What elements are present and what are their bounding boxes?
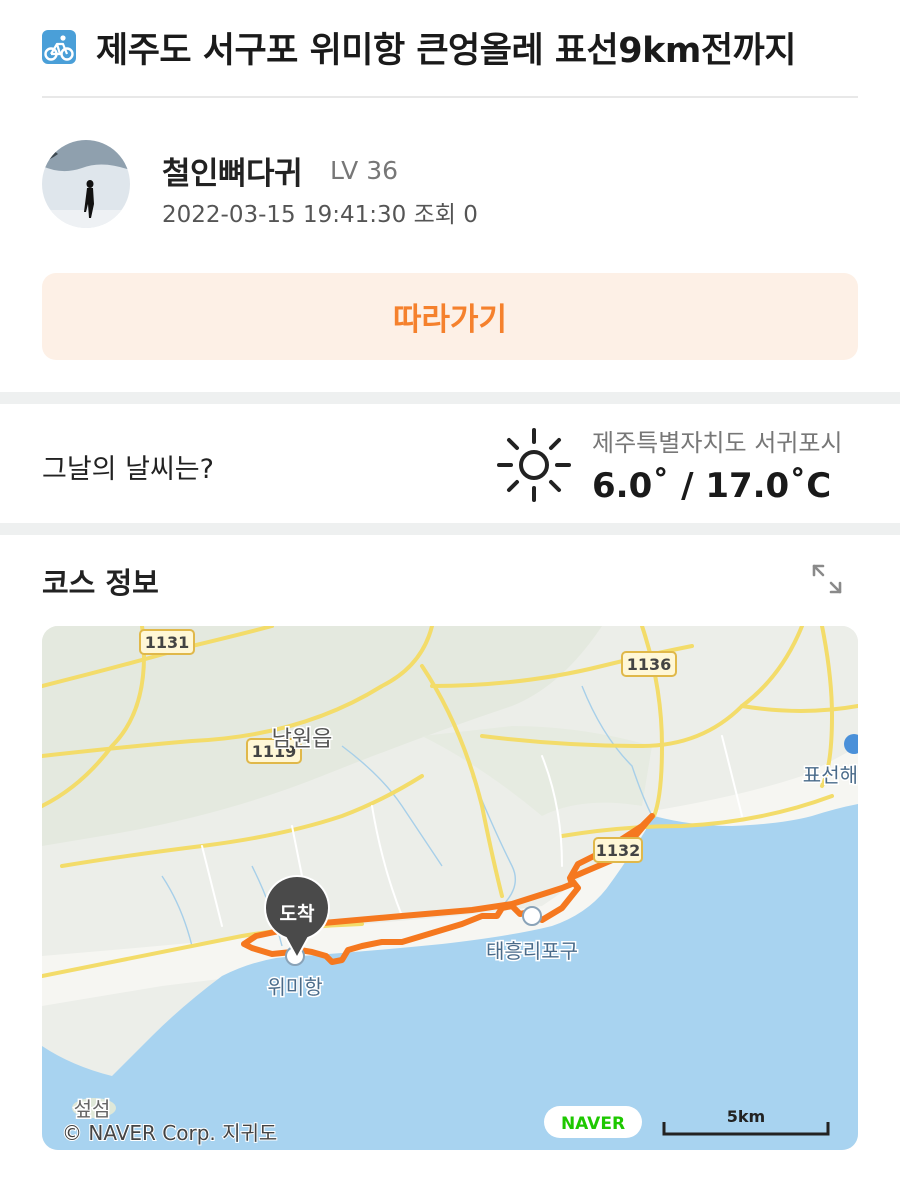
svg-text:5km: 5km <box>727 1107 765 1126</box>
weather-location: 제주특별자치도 서귀포시 <box>592 429 843 457</box>
weather-label: 그날의 날씨는? <box>42 454 214 485</box>
course-title: 코스 정보 <box>42 566 159 600</box>
svg-text:위미항: 위미항 <box>267 975 322 999</box>
svg-text:1136: 1136 <box>627 655 672 674</box>
svg-text:1131: 1131 <box>145 633 190 652</box>
follow-button[interactable]: 따라가기 <box>42 273 858 360</box>
svg-text:NAVER: NAVER <box>561 1114 625 1134</box>
naver-logo: NAVER <box>544 1106 642 1138</box>
divider <box>42 96 858 98</box>
author-level: LV 36 <box>330 156 399 185</box>
svg-text:표선해: 표선해 <box>803 763 858 787</box>
svg-text:도착: 도착 <box>280 903 315 925</box>
sun-icon <box>495 426 573 504</box>
road-shield-1131: 1131 <box>139 629 195 655</box>
post-header: 제주도 서구포 위미항 큰엉올레 표선9km전까지 <box>0 0 900 98</box>
map-label-seopseom: 섶섬 <box>74 1097 111 1121</box>
bicycle-icon <box>42 30 76 64</box>
section-divider <box>0 523 900 535</box>
expand-icon[interactable] <box>808 560 846 598</box>
svg-text:태흥리포구: 태흥리포구 <box>486 939 578 963</box>
road-shield-1136: 1136 <box>621 651 677 677</box>
weather-temperature: 6.0˚ / 17.0˚C <box>592 466 832 506</box>
post-title: 제주도 서구포 위미항 큰엉올레 표선9km전까지 <box>96 31 796 71</box>
map-label-namwon: 남원읍 <box>272 727 333 752</box>
svg-text:1132: 1132 <box>596 841 641 860</box>
road-shield-1132: 1132 <box>593 837 643 863</box>
author-name[interactable]: 철인뼈다귀 <box>162 148 303 193</box>
post-meta: 2022-03-15 19:41:30 조회 0 <box>162 202 478 228</box>
avatar[interactable] <box>42 140 130 228</box>
section-divider <box>0 392 900 404</box>
course-map[interactable]: 1131 1136 1119 1132 남원읍 표선해 태흥리포구 위미항 섶섬 <box>42 626 858 1150</box>
map-copyright: © NAVER Corp. 지귀도 <box>62 1121 277 1145</box>
